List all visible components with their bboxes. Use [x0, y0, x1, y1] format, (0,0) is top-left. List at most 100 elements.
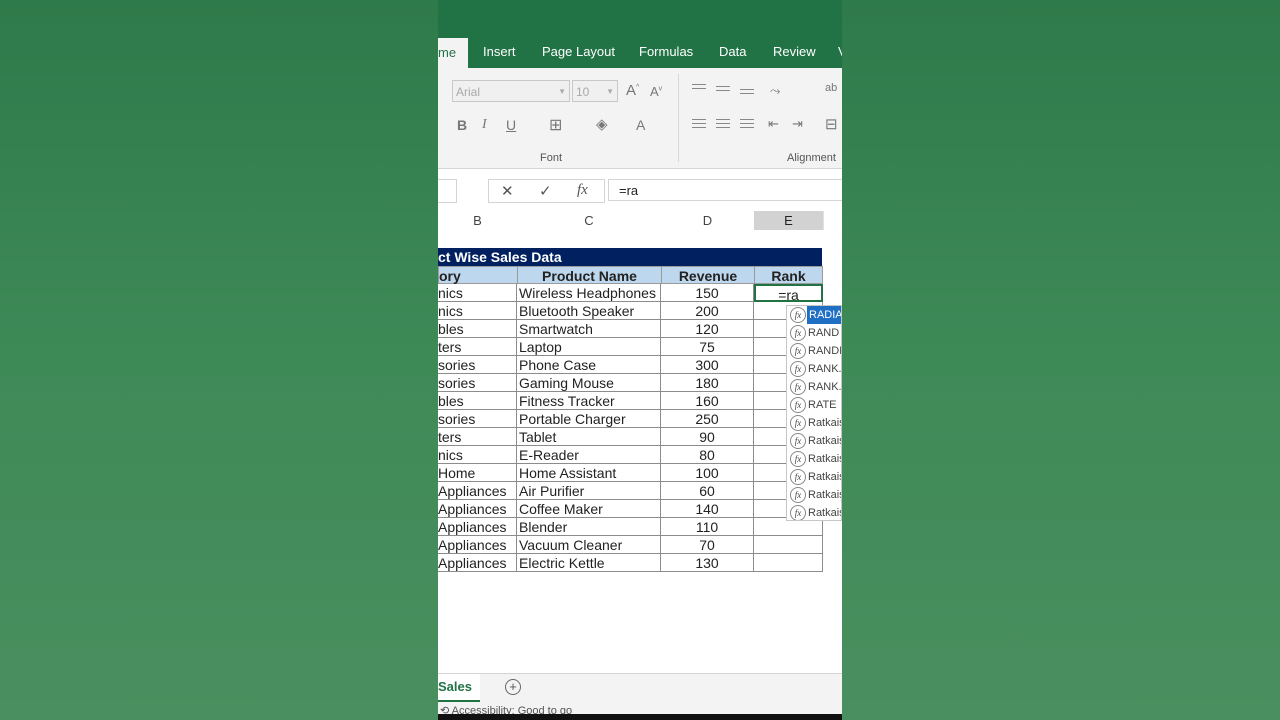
column-header-c[interactable]: C — [517, 211, 662, 230]
cell-product-name[interactable]: Tablet — [517, 428, 661, 446]
increase-indent-icon[interactable]: ⇥ — [792, 116, 803, 132]
align-center-icon[interactable] — [716, 119, 730, 131]
cell-product-name[interactable]: Laptop — [517, 338, 661, 356]
cell-product-name[interactable]: Fitness Tracker — [517, 392, 661, 410]
autocomplete-item[interactable]: fx Ratkais — [787, 414, 841, 432]
cancel-icon[interactable]: ✕ — [501, 182, 514, 200]
cell-category[interactable]: Appliances — [438, 554, 517, 572]
cell-category[interactable]: nics — [438, 302, 517, 320]
cell-revenue[interactable]: 100 — [661, 464, 754, 482]
autocomplete-item[interactable]: fx Ratkais — [787, 486, 841, 504]
cell-rank[interactable] — [754, 536, 823, 554]
column-header-d[interactable]: D — [661, 211, 755, 230]
font-color-icon[interactable]: A — [636, 117, 645, 133]
italic-icon[interactable]: I — [482, 117, 487, 133]
underline-icon[interactable]: U — [506, 117, 516, 133]
cell-product-name[interactable]: Air Purifier — [517, 482, 661, 500]
autocomplete-item[interactable]: fx Ratkais — [787, 504, 841, 520]
cell-rank[interactable] — [754, 554, 823, 572]
tab-page-layout[interactable]: Page Layout — [542, 36, 615, 68]
cell-category[interactable]: Appliances — [438, 536, 517, 554]
cell-product-name[interactable]: Gaming Mouse — [517, 374, 661, 392]
cell-revenue[interactable]: 120 — [661, 320, 754, 338]
name-box[interactable] — [438, 179, 457, 203]
cell-category[interactable]: bles — [438, 320, 517, 338]
autocomplete-item[interactable]: fx RATE — [787, 396, 841, 414]
cell-revenue[interactable]: 160 — [661, 392, 754, 410]
tab-view[interactable]: V — [838, 36, 842, 68]
tab-home[interactable]: me — [438, 38, 469, 68]
header-rank[interactable]: Rank — [754, 266, 823, 284]
cell-category[interactable]: Home — [438, 464, 517, 482]
column-header-b[interactable]: B — [438, 211, 518, 230]
cell-revenue[interactable]: 75 — [661, 338, 754, 356]
align-bottom-icon[interactable] — [740, 89, 754, 101]
cell-revenue[interactable]: 150 — [661, 284, 754, 302]
cell-revenue[interactable]: 180 — [661, 374, 754, 392]
tab-review[interactable]: Review — [773, 36, 816, 68]
cell-product-name[interactable]: Smartwatch — [517, 320, 661, 338]
cell-category[interactable]: sories — [438, 410, 517, 428]
cell-revenue[interactable]: 60 — [661, 482, 754, 500]
cell-revenue[interactable]: 200 — [661, 302, 754, 320]
autocomplete-item[interactable]: fx RANK. — [787, 378, 841, 396]
autocomplete-item[interactable]: fx RANDI — [787, 342, 841, 360]
enter-icon[interactable]: ✓ — [539, 182, 552, 200]
cell-product-name[interactable]: E-Reader — [517, 446, 661, 464]
decrease-font-icon[interactable]: Av — [650, 84, 662, 99]
cell-category[interactable]: ters — [438, 338, 517, 356]
cell-category[interactable]: ters — [438, 428, 517, 446]
cell-product-name[interactable]: Bluetooth Speaker — [517, 302, 661, 320]
formula-input[interactable]: =ra — [608, 179, 842, 201]
orientation-icon[interactable]: ⤳ — [770, 83, 780, 99]
cell-category[interactable]: Appliances — [438, 482, 517, 500]
cell-category[interactable]: Appliances — [438, 500, 517, 518]
align-top-icon[interactable] — [692, 84, 706, 96]
cell-product-name[interactable]: Home Assistant — [517, 464, 661, 482]
borders-icon[interactable]: ⊞ — [549, 115, 562, 135]
tab-data[interactable]: Data — [719, 36, 746, 68]
cell-product-name[interactable]: Phone Case — [517, 356, 661, 374]
active-cell-rank[interactable]: =ra — [754, 284, 823, 302]
autocomplete-item[interactable]: fx Ratkais — [787, 450, 841, 468]
cell-revenue[interactable]: 130 — [661, 554, 754, 572]
cell-revenue[interactable]: 140 — [661, 500, 754, 518]
bold-icon[interactable]: B — [457, 117, 467, 133]
cell-category[interactable]: sories — [438, 356, 517, 374]
cell-revenue[interactable]: 110 — [661, 518, 754, 536]
cell-category[interactable]: Appliances — [438, 518, 517, 536]
cell-category[interactable]: nics — [438, 446, 517, 464]
column-header-e[interactable]: E — [754, 211, 824, 232]
header-product-name[interactable]: Product Name — [517, 266, 662, 284]
autocomplete-item[interactable]: fx Ratkais — [787, 468, 841, 486]
font-name-select[interactable]: Arial ▼ — [452, 80, 570, 102]
cell-revenue[interactable]: 250 — [661, 410, 754, 428]
decrease-indent-icon[interactable]: ⇤ — [768, 116, 779, 132]
align-left-icon[interactable] — [692, 119, 706, 131]
cell-revenue[interactable]: 300 — [661, 356, 754, 374]
increase-font-icon[interactable]: A^ — [626, 82, 639, 99]
insert-function-icon[interactable]: fx — [577, 182, 588, 199]
autocomplete-item[interactable]: fx RAND — [787, 324, 841, 342]
cell-product-name[interactable]: Electric Kettle — [517, 554, 661, 572]
align-right-icon[interactable] — [740, 119, 754, 131]
cell-revenue[interactable]: 90 — [661, 428, 754, 446]
font-size-select[interactable]: 10 ▼ — [572, 80, 618, 102]
autocomplete-item[interactable]: fx RANK. — [787, 360, 841, 378]
cell-product-name[interactable]: Blender — [517, 518, 661, 536]
tab-formulas[interactable]: Formulas — [639, 36, 693, 68]
sheet-tab-sales[interactable]: Sales — [438, 674, 480, 702]
cell-revenue[interactable]: 80 — [661, 446, 754, 464]
cell-category[interactable]: nics — [438, 284, 517, 302]
fill-color-icon[interactable]: ◈ — [596, 115, 608, 133]
wrap-text-icon[interactable]: ab — [825, 82, 837, 94]
merge-center-icon[interactable]: ⊟ — [825, 115, 838, 133]
tab-insert[interactable]: Insert — [483, 36, 516, 68]
cell-product-name[interactable]: Wireless Headphones — [517, 284, 661, 302]
add-sheet-icon[interactable]: + — [505, 679, 521, 695]
autocomplete-item[interactable]: fx Ratkais — [787, 432, 841, 450]
cell-product-name[interactable]: Portable Charger — [517, 410, 661, 428]
header-category[interactable]: ory — [438, 266, 518, 284]
cell-category[interactable]: bles — [438, 392, 517, 410]
cell-category[interactable]: sories — [438, 374, 517, 392]
